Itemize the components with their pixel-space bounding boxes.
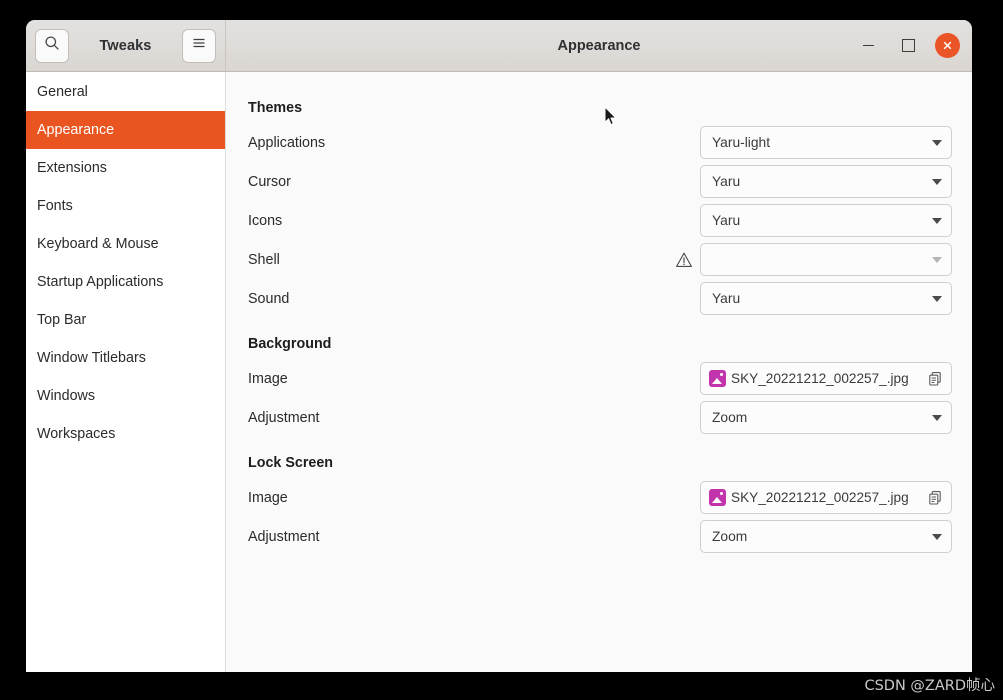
row-icons-theme: Icons Yaru xyxy=(248,201,952,240)
maximize-button[interactable] xyxy=(895,33,921,59)
lock-screen-adjustment-dropdown[interactable]: Zoom xyxy=(700,520,952,553)
copy-document-icon xyxy=(928,490,944,506)
dropdown-value: Yaru xyxy=(712,213,741,228)
sidebar-item-appearance[interactable]: Appearance xyxy=(26,111,225,149)
sidebar-item-general[interactable]: General xyxy=(26,73,225,111)
sidebar-item-label: Startup Applications xyxy=(37,274,164,290)
row-control: Zoom xyxy=(700,401,952,434)
background-section-heading: Background xyxy=(248,336,332,352)
chevron-down-icon xyxy=(932,217,942,224)
background-adjustment-dropdown[interactable]: Zoom xyxy=(700,401,952,434)
main-menu-button[interactable] xyxy=(182,28,216,63)
cursor-theme-dropdown[interactable]: Yaru xyxy=(700,165,952,198)
sidebar-item-label: General xyxy=(37,84,88,100)
file-name: SKY_20221212_002257_.jpg xyxy=(731,490,909,505)
hamburger-menu-icon xyxy=(191,35,207,56)
desktop-background: Tweaks Appearance General Appearance Ext… xyxy=(0,0,1003,700)
row-label: Sound xyxy=(248,290,290,307)
chevron-down-icon xyxy=(932,414,942,421)
chevron-down-icon xyxy=(932,178,942,185)
row-control xyxy=(675,243,952,276)
row-label: Adjustment xyxy=(248,528,320,545)
shell-theme-dropdown[interactable] xyxy=(700,243,952,276)
lock-screen-image-file-chooser[interactable]: SKY_20221212_002257_.jpg xyxy=(700,481,952,514)
chevron-down-icon xyxy=(932,295,942,302)
themes-section-heading: Themes xyxy=(248,100,303,116)
row-background-adjustment: Adjustment Zoom xyxy=(248,398,952,437)
search-button[interactable] xyxy=(35,28,69,63)
image-file-icon xyxy=(709,489,726,506)
sidebar-item-workspaces[interactable]: Workspaces xyxy=(26,415,225,453)
watermark-text: CSDN @ZARD帧心 xyxy=(864,678,995,694)
row-background-image: Image SKY_20221212_002257_.jpg xyxy=(248,359,952,398)
row-label: Applications xyxy=(248,134,326,151)
icons-theme-dropdown[interactable]: Yaru xyxy=(700,204,952,237)
window-controls xyxy=(855,33,960,59)
sidebar-item-label: Window Titlebars xyxy=(37,350,146,366)
titlebar-left-pane: Tweaks xyxy=(26,20,226,71)
warning-triangle-icon xyxy=(675,251,693,269)
row-sound-theme: Sound Yaru xyxy=(248,279,952,318)
dropdown-value: Yaru xyxy=(712,174,741,189)
settings-panel: Themes Applications Yaru-light Cursor Ya… xyxy=(226,72,972,672)
row-label: Image xyxy=(248,489,288,506)
sound-theme-dropdown[interactable]: Yaru xyxy=(700,282,952,315)
chevron-down-icon xyxy=(932,533,942,540)
close-icon xyxy=(941,39,954,52)
row-lock-screen-image: Image SKY_20221212_002257_.jpg xyxy=(248,478,952,517)
sidebar-item-windows[interactable]: Windows xyxy=(26,377,225,415)
sidebar-item-top-bar[interactable]: Top Bar xyxy=(26,301,225,339)
close-button[interactable] xyxy=(935,33,960,58)
sidebar-item-label: Fonts xyxy=(37,198,73,214)
row-shell-theme: Shell xyxy=(248,240,952,279)
sidebar-nav: General Appearance Extensions Fonts Keyb… xyxy=(26,72,226,672)
copy-document-icon xyxy=(928,371,944,387)
row-control: Zoom xyxy=(700,520,952,553)
sidebar-item-fonts[interactable]: Fonts xyxy=(26,187,225,225)
sidebar-item-label: Workspaces xyxy=(37,426,116,442)
window-titlebar: Tweaks Appearance xyxy=(26,20,972,72)
image-file-icon xyxy=(709,370,726,387)
row-applications-theme: Applications Yaru-light xyxy=(248,123,952,162)
sidebar-item-label: Windows xyxy=(37,388,95,404)
dropdown-value: Zoom xyxy=(712,529,748,544)
file-name: SKY_20221212_002257_.jpg xyxy=(731,371,909,386)
sidebar-item-label: Top Bar xyxy=(37,312,87,328)
chevron-down-icon xyxy=(932,256,942,263)
row-control: SKY_20221212_002257_.jpg xyxy=(700,362,952,395)
dropdown-value: Yaru xyxy=(712,291,741,306)
row-control: Yaru xyxy=(700,165,952,198)
dropdown-value: Yaru-light xyxy=(712,135,771,150)
sidebar-item-label: Appearance xyxy=(37,122,115,138)
row-label: Shell xyxy=(248,251,280,268)
sidebar-item-window-titlebars[interactable]: Window Titlebars xyxy=(26,339,225,377)
applications-theme-dropdown[interactable]: Yaru-light xyxy=(700,126,952,159)
window-body: General Appearance Extensions Fonts Keyb… xyxy=(26,72,972,672)
minimize-button[interactable] xyxy=(855,33,881,59)
row-label: Cursor xyxy=(248,173,291,190)
row-label: Adjustment xyxy=(248,409,320,426)
titlebar-right-pane: Appearance xyxy=(226,20,972,71)
background-image-file-chooser[interactable]: SKY_20221212_002257_.jpg xyxy=(700,362,952,395)
search-icon xyxy=(44,35,60,56)
sidebar-item-extensions[interactable]: Extensions xyxy=(26,149,225,187)
dropdown-value: Zoom xyxy=(712,410,748,425)
sidebar-item-label: Extensions xyxy=(37,160,107,176)
row-lock-screen-adjustment: Adjustment Zoom xyxy=(248,517,952,556)
row-control: Yaru xyxy=(700,204,952,237)
chevron-down-icon xyxy=(932,139,942,146)
row-label: Image xyxy=(248,370,288,387)
tweaks-window: Tweaks Appearance General Appearance Ext… xyxy=(26,20,972,672)
sidebar-item-startup-applications[interactable]: Startup Applications xyxy=(26,263,225,301)
app-title: Tweaks xyxy=(99,37,152,54)
sidebar-item-label: Keyboard & Mouse xyxy=(37,236,159,252)
sidebar-item-keyboard-mouse[interactable]: Keyboard & Mouse xyxy=(26,225,225,263)
row-control: Yaru-light xyxy=(700,126,952,159)
row-label: Icons xyxy=(248,212,283,229)
row-control: SKY_20221212_002257_.jpg xyxy=(700,481,952,514)
lock-screen-section-heading: Lock Screen xyxy=(248,455,334,471)
row-control: Yaru xyxy=(700,282,952,315)
row-cursor-theme: Cursor Yaru xyxy=(248,162,952,201)
